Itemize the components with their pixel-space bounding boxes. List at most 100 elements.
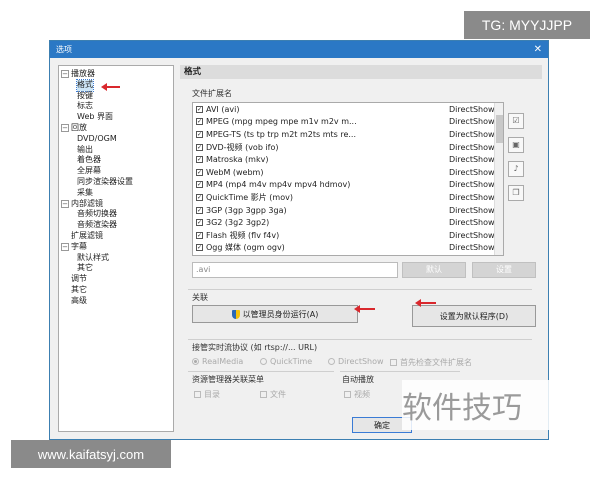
options-tree[interactable]: − 播放器 格式 按键 标志 Web 界面 − 回放 DVD/OGM 输出 着色器 全屏幕 同步渲染器设… bbox=[58, 65, 174, 432]
expand-toggle-icon[interactable] bbox=[61, 286, 69, 295]
tree-item[interactable]: DVD/OGM bbox=[61, 134, 173, 145]
checkbox-icon[interactable]: ✓ bbox=[196, 118, 203, 126]
list-item[interactable]: ✓ AVI (avi) DirectShow bbox=[193, 103, 503, 116]
checkbox-icon[interactable]: ✓ bbox=[196, 143, 203, 151]
tree-item[interactable]: 按键 bbox=[61, 91, 173, 102]
list-item[interactable]: ✓ Matroska (mkv) DirectShow bbox=[193, 153, 503, 166]
run-admin-label: 以管理员身份运行(A) bbox=[242, 309, 319, 319]
tree-item-label: 全屏幕 bbox=[77, 166, 101, 176]
tree-item-label: 标志 bbox=[77, 101, 93, 111]
tree-item[interactable]: − 播放器 bbox=[61, 69, 173, 80]
checkbox-icon[interactable]: ✓ bbox=[196, 193, 203, 201]
list-item[interactable]: ✓ MPEG (mpg mpeg mpe m1v m2v m... DirectSh… bbox=[193, 116, 503, 129]
tree-item-label: 同步渲染器设置 bbox=[77, 176, 133, 186]
tree-item[interactable]: 音频切换器 bbox=[61, 209, 173, 220]
video-icon[interactable]: ▣ bbox=[508, 137, 524, 153]
realtime-group bbox=[188, 339, 532, 340]
list-item[interactable]: ✓ WebM (webm) DirectShow bbox=[193, 166, 503, 179]
checkbox-label: 目录 bbox=[204, 390, 220, 399]
assoc-label: 关联 bbox=[192, 293, 208, 302]
checkbox-icon[interactable]: ✓ bbox=[196, 244, 203, 252]
window-title: 选项 bbox=[56, 45, 72, 54]
tree-item[interactable]: − 内部滤镜 bbox=[61, 199, 173, 210]
list-item[interactable]: ✓ 3G2 (3g2 3gp2) DirectShow bbox=[193, 216, 503, 229]
checkbox-icon bbox=[194, 391, 201, 398]
expand-toggle-icon[interactable]: − bbox=[61, 124, 69, 133]
list-item[interactable]: ✓ MPEG-TS (ts tp trp m2t m2ts mts re... Di… bbox=[193, 128, 503, 141]
set-default-program-button[interactable]: 设置为默认程序(D) bbox=[412, 305, 536, 327]
checkbox-icon[interactable]: ✓ bbox=[196, 156, 203, 164]
radio-icon bbox=[260, 358, 267, 365]
copy-icon[interactable]: ❐ bbox=[508, 185, 524, 201]
tree-item-label: 格式 bbox=[76, 78, 94, 92]
tree-item[interactable]: 采集 bbox=[61, 188, 173, 199]
expand-toggle-icon[interactable]: − bbox=[61, 243, 69, 252]
realtime-label: 接管实时流协议 (如 rtsp://... URL) bbox=[192, 343, 318, 352]
audio-icon[interactable]: ♪ bbox=[508, 161, 524, 177]
list-item[interactable]: ✓ 3GP (3gp 3gpp 3ga) DirectShow bbox=[193, 204, 503, 217]
expand-toggle-icon[interactable] bbox=[61, 297, 69, 306]
run-as-admin-button[interactable]: 以管理员身份运行(A) bbox=[192, 305, 358, 323]
checkbox-icon bbox=[390, 359, 397, 366]
radio-realmedia[interactable]: RealMedia bbox=[192, 357, 243, 366]
list-item[interactable]: ✓ Flash 视频 (flv f4v) DirectShow bbox=[193, 229, 503, 242]
tree-item[interactable]: − 回放 bbox=[61, 123, 173, 134]
expand-toggle-icon[interactable]: − bbox=[61, 199, 69, 208]
list-item[interactable]: ✓ DVD-视频 (vob ifo) DirectShow bbox=[193, 141, 503, 154]
tree-item[interactable]: 其它 bbox=[61, 285, 173, 296]
expand-toggle-icon[interactable] bbox=[61, 275, 69, 284]
tree-item[interactable]: 音频渲染器 bbox=[61, 220, 173, 231]
extension-name: MP4 (mp4 m4v mp4v mpv4 hdmov) bbox=[206, 180, 351, 190]
tree-item-label: 其它 bbox=[77, 263, 93, 273]
tree-item[interactable]: 全屏幕 bbox=[61, 166, 173, 177]
checkbox-icon[interactable]: ✓ bbox=[196, 231, 203, 239]
explorer-group bbox=[188, 371, 334, 372]
explorer-file-checkbox[interactable]: 文件 bbox=[260, 389, 286, 400]
tree-item[interactable]: 输出 bbox=[61, 145, 173, 156]
tree-item[interactable]: 扩展滤镜 bbox=[61, 231, 173, 242]
expand-toggle-icon[interactable]: − bbox=[61, 70, 69, 79]
arrow-annotation-admin bbox=[354, 305, 375, 313]
extension-name: Flash 视频 (flv f4v) bbox=[206, 230, 280, 240]
checkbox-icon[interactable]: ✓ bbox=[196, 181, 203, 189]
explorer-dir-checkbox[interactable]: 目录 bbox=[194, 389, 220, 400]
tree-item[interactable]: 其它 bbox=[61, 263, 173, 274]
tree-item[interactable]: Web 界面 bbox=[61, 112, 173, 123]
radio-label: DirectShow bbox=[338, 357, 384, 366]
checkbox-icon[interactable]: ✓ bbox=[196, 219, 203, 227]
list-item[interactable]: ✓ Ogg 媒体 (ogm ogv) DirectShow bbox=[193, 242, 503, 255]
checkbox-icon[interactable]: ✓ bbox=[196, 105, 203, 113]
list-item[interactable]: ✓ QuickTime 影片 (mov) DirectShow bbox=[193, 191, 503, 204]
radio-quicktime[interactable]: QuickTime bbox=[260, 357, 312, 366]
radio-directshow[interactable]: DirectShow bbox=[328, 357, 384, 366]
tree-item[interactable]: 默认样式 bbox=[61, 253, 173, 264]
check-ext-checkbox[interactable]: 首先检查文件扩展名 bbox=[390, 357, 472, 368]
checkbox-icon[interactable]: ✓ bbox=[196, 130, 203, 138]
autoplay-video-checkbox[interactable]: 视频 bbox=[344, 389, 370, 400]
extension-filter: DirectShow bbox=[449, 230, 495, 240]
check-all-icon[interactable]: ☑ bbox=[508, 113, 524, 129]
tree-item[interactable]: 高级 bbox=[61, 296, 173, 307]
tree-item[interactable]: − 字幕 bbox=[61, 242, 173, 253]
extension-filter: DirectShow bbox=[449, 104, 495, 114]
close-icon[interactable]: ✕ bbox=[534, 44, 542, 55]
set-button[interactable]: 设置 bbox=[472, 262, 536, 278]
checkbox-icon[interactable]: ✓ bbox=[196, 168, 203, 176]
site-watermark: 软件技巧 bbox=[402, 380, 562, 430]
tree-item[interactable]: 同步渲染器设置 bbox=[61, 177, 173, 188]
title-bar: 选项 ✕ bbox=[50, 41, 548, 58]
tree-item[interactable]: 调节 bbox=[61, 274, 173, 285]
list-scrollbar[interactable] bbox=[494, 103, 503, 255]
checkbox-icon[interactable]: ✓ bbox=[196, 206, 203, 214]
list-item[interactable]: ✓ MP4 (mp4 m4v mp4v mpv4 hdmov) DirectShow bbox=[193, 179, 503, 192]
tree-item[interactable]: 着色器 bbox=[61, 155, 173, 166]
extension-name: DVD-视频 (vob ifo) bbox=[206, 142, 279, 152]
tree-item-label: 其它 bbox=[71, 284, 87, 294]
extensions-list[interactable]: ✓ AVI (avi) DirectShow ✓ MPEG (mpg mpeg mpe … bbox=[192, 102, 504, 256]
expand-toggle-icon[interactable] bbox=[61, 232, 69, 241]
scrollbar-thumb[interactable] bbox=[496, 115, 503, 143]
default-button[interactable]: 默认 bbox=[402, 262, 466, 278]
tree-item[interactable]: 标志 bbox=[61, 101, 173, 112]
extension-input[interactable]: .avi bbox=[192, 262, 398, 278]
assoc-group bbox=[188, 289, 532, 290]
